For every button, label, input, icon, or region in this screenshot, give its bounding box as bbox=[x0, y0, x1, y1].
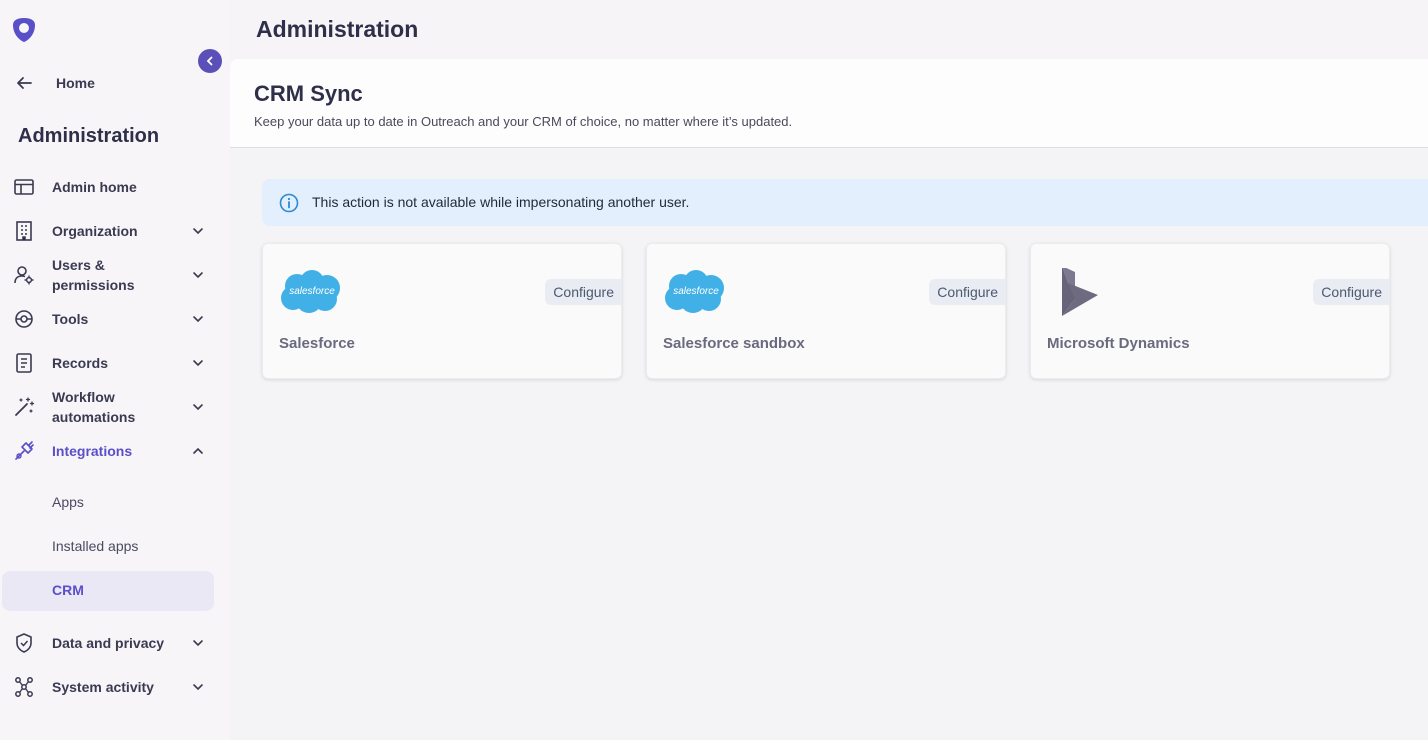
crm-card-salesforce-sandbox: salesforce Configure Salesforce sandbox bbox=[646, 243, 1006, 379]
crm-card-name: Microsoft Dynamics bbox=[1047, 335, 1190, 352]
sidebar-item-label-line2: automations bbox=[52, 409, 136, 425]
sidebar-item-label-line2: permissions bbox=[52, 277, 135, 293]
sidebar-item-workflow-automations[interactable]: Workflow automations bbox=[0, 387, 230, 427]
chevron-down-icon bbox=[193, 404, 203, 411]
sidebar-subitem-installed-apps[interactable]: Installed apps bbox=[2, 527, 214, 567]
sidebar-item-label: Organization bbox=[52, 223, 138, 239]
collapse-sidebar-button[interactable] bbox=[198, 49, 222, 73]
configure-button[interactable]: Configure bbox=[1313, 279, 1390, 305]
sidebar-subitem-crm[interactable]: CRM bbox=[2, 571, 214, 611]
salesforce-logo-text: salesforce bbox=[673, 286, 719, 297]
chevron-down-icon bbox=[193, 228, 203, 235]
sidebar-item-tools[interactable]: Tools bbox=[0, 308, 230, 330]
home-label: Home bbox=[56, 75, 95, 91]
info-alert: This action is not available while imper… bbox=[262, 179, 1428, 226]
sidebar-item-records[interactable]: Records bbox=[0, 352, 230, 374]
sidebar-item-label: System activity bbox=[52, 679, 154, 695]
salesforce-cloud-logo: salesforce bbox=[665, 270, 724, 313]
chevron-down-icon bbox=[193, 640, 203, 647]
home-link[interactable]: Home bbox=[14, 72, 204, 94]
chevron-down-icon bbox=[193, 684, 203, 691]
tools-icon bbox=[15, 310, 33, 328]
magic-wand-icon bbox=[15, 397, 35, 416]
document-icon bbox=[16, 353, 32, 373]
sidebar-item-data-privacy[interactable]: Data and privacy bbox=[0, 632, 230, 654]
chevron-left-icon bbox=[206, 56, 213, 66]
sidebar-item-label: Data and privacy bbox=[52, 635, 165, 651]
plug-icon bbox=[15, 441, 34, 460]
sidebar-item-system-activity[interactable]: System activity bbox=[0, 676, 230, 698]
page-title: Administration bbox=[256, 16, 419, 42]
configure-button[interactable]: Configure bbox=[545, 279, 622, 305]
sidebar-subitem-apps[interactable]: Apps bbox=[2, 483, 214, 523]
content-area bbox=[230, 148, 1428, 740]
shield-icon bbox=[16, 633, 32, 653]
sidebar-subitem-label: Installed apps bbox=[52, 538, 139, 554]
sidebar-item-label: Users & bbox=[52, 257, 105, 273]
sidebar-item-organization[interactable]: Organization bbox=[0, 220, 230, 242]
network-icon bbox=[15, 677, 33, 697]
info-icon bbox=[279, 193, 299, 213]
arrow-left-icon bbox=[17, 77, 32, 89]
crm-sync-header: CRM Sync Keep your data up to date in Ou… bbox=[230, 59, 1428, 148]
sidebar: Home Administration Admin home Organizat… bbox=[0, 0, 230, 740]
outreach-shield-logo[interactable] bbox=[10, 16, 38, 44]
sidebar-item-label: Tools bbox=[52, 311, 89, 327]
salesforce-cloud-logo: salesforce bbox=[281, 270, 340, 313]
building-icon bbox=[16, 221, 32, 241]
crm-card-salesforce: salesforce Configure Salesforce bbox=[262, 243, 622, 379]
chevron-down-icon bbox=[193, 316, 203, 323]
sidebar-item-label: Integrations bbox=[52, 443, 133, 459]
chevron-down-icon bbox=[193, 272, 203, 279]
crm-card-name: Salesforce bbox=[279, 335, 355, 352]
sidebar-item-admin-home[interactable]: Admin home bbox=[0, 176, 230, 198]
sidebar-subitem-label: CRM bbox=[52, 582, 84, 598]
section-description: Keep your data up to date in Outreach an… bbox=[254, 114, 793, 129]
sidebar-item-integrations[interactable]: Integrations bbox=[0, 440, 230, 462]
section-title: CRM Sync bbox=[254, 81, 363, 106]
layout-icon bbox=[14, 179, 34, 195]
chevron-down-icon bbox=[193, 360, 203, 367]
sidebar-title: Administration bbox=[18, 125, 160, 147]
sidebar-item-label: Admin home bbox=[52, 179, 137, 195]
crm-card-microsoft-dynamics: Configure Microsoft Dynamics bbox=[1030, 243, 1390, 379]
crm-card-name: Salesforce sandbox bbox=[663, 335, 805, 352]
chevron-up-icon bbox=[193, 447, 203, 454]
dynamics-logo bbox=[1062, 268, 1098, 316]
sidebar-item-users-permissions[interactable]: Users & permissions bbox=[0, 255, 230, 295]
salesforce-logo-text: salesforce bbox=[289, 286, 335, 297]
sidebar-item-label: Workflow bbox=[52, 389, 115, 405]
user-gear-icon bbox=[14, 266, 34, 285]
alert-text: This action is not available while imper… bbox=[312, 194, 690, 210]
sidebar-subitem-label: Apps bbox=[52, 494, 84, 510]
configure-button[interactable]: Configure bbox=[929, 279, 1006, 305]
sidebar-item-label: Records bbox=[52, 355, 109, 371]
